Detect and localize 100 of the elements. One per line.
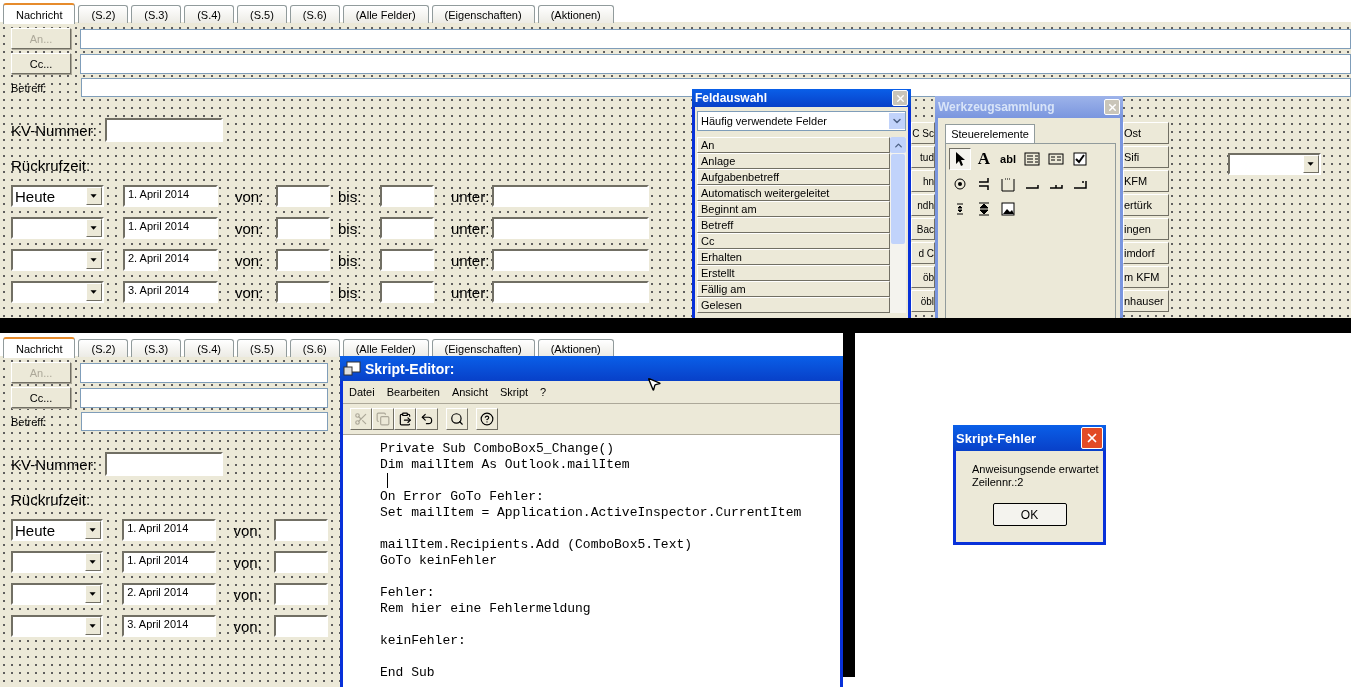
tab[interactable]: (Eigenschaften) xyxy=(431,339,535,357)
from-field[interactable] xyxy=(274,551,328,573)
partial-button[interactable]: Sifi xyxy=(1123,146,1169,168)
field-list-item[interactable]: Fällig am xyxy=(697,281,890,297)
field-list-item[interactable]: Erhalten xyxy=(697,249,890,265)
field-list-item[interactable]: Beginnt am xyxy=(697,201,890,217)
tab[interactable]: (S.3) xyxy=(131,5,182,23)
from-field[interactable] xyxy=(274,615,328,637)
date-field[interactable]: 2. April 2014 xyxy=(123,249,218,271)
tab[interactable]: (S.6) xyxy=(289,5,340,23)
from-field[interactable] xyxy=(276,185,330,207)
to-field[interactable] xyxy=(80,362,328,383)
tab[interactable]: (S.4) xyxy=(184,339,234,357)
from-field[interactable] xyxy=(276,217,330,239)
field-list-item[interactable]: Erstellt xyxy=(697,265,890,281)
partial-button[interactable]: d C xyxy=(911,242,935,264)
day-dropdown[interactable] xyxy=(11,249,104,271)
date-field[interactable]: 1. April 2014 xyxy=(122,519,217,541)
tab[interactable]: (S.2) xyxy=(78,339,129,357)
menu-item[interactable]: Ansicht xyxy=(451,386,488,398)
cc-button[interactable]: Cc... xyxy=(11,387,71,408)
field-list-item[interactable]: Anlage xyxy=(697,153,890,169)
partial-button[interactable]: öbl xyxy=(911,290,935,312)
from-field[interactable] xyxy=(274,519,328,541)
from-field[interactable] xyxy=(276,281,330,303)
tab[interactable]: (Eigenschaften) xyxy=(431,5,535,23)
tab[interactable]: Steuerelemente xyxy=(945,124,1035,143)
scrollbar[interactable] xyxy=(890,137,906,313)
field-list-item[interactable]: Gelesen xyxy=(697,297,890,313)
day-dropdown[interactable] xyxy=(11,281,104,303)
day-dropdown[interactable] xyxy=(11,615,104,637)
tab[interactable]: (Alle Felder) xyxy=(342,5,429,23)
from-field[interactable] xyxy=(276,249,330,271)
partial-button[interactable]: C Sc xyxy=(911,122,935,144)
cc-field[interactable] xyxy=(80,53,1351,74)
under-field[interactable] xyxy=(492,281,649,303)
menu-item[interactable]: ? xyxy=(540,386,547,398)
to-time-field[interactable] xyxy=(380,217,434,239)
partial-button[interactable]: ingen xyxy=(1123,218,1169,240)
tab[interactable]: (S.4) xyxy=(184,5,234,23)
to-time-field[interactable] xyxy=(380,281,434,303)
field-list-item[interactable]: An xyxy=(697,137,890,153)
field-set-dropdown[interactable]: Häufig verwendete Felder xyxy=(697,111,906,131)
date-field[interactable]: 3. April 2014 xyxy=(122,615,217,637)
close-button[interactable] xyxy=(1081,427,1103,449)
day-dropdown[interactable] xyxy=(11,583,104,605)
partial-button[interactable]: Bac xyxy=(911,218,935,240)
to-time-field[interactable] xyxy=(380,185,434,207)
cc-button[interactable]: Cc... xyxy=(11,53,71,74)
menu-item[interactable]: Datei xyxy=(349,386,375,398)
partial-button[interactable]: imdorf xyxy=(1123,242,1169,264)
tab[interactable]: (Alle Felder) xyxy=(342,339,429,357)
partial-button[interactable]: m KFM xyxy=(1123,266,1169,288)
paste-button[interactable] xyxy=(394,408,416,430)
tab[interactable]: (S.2) xyxy=(78,5,129,23)
kv-number-field[interactable] xyxy=(104,452,223,476)
field-list-item[interactable]: Cc xyxy=(697,233,890,249)
label-tool-icon[interactable]: A xyxy=(973,148,995,170)
tab[interactable]: (S.5) xyxy=(237,5,287,23)
undo-button[interactable] xyxy=(416,408,438,430)
day-dropdown[interactable]: Heute xyxy=(11,185,104,207)
partial-button[interactable]: öb xyxy=(911,266,935,288)
menu-item[interactable]: Skript xyxy=(500,386,529,398)
textbox-tool-icon[interactable]: abl xyxy=(997,148,1019,170)
to-field[interactable] xyxy=(80,28,1351,49)
date-field[interactable]: 1. April 2014 xyxy=(122,551,217,573)
from-field[interactable] xyxy=(274,583,328,605)
partial-button[interactable]: Ost xyxy=(1123,122,1169,144)
date-field[interactable]: 3. April 2014 xyxy=(123,281,218,303)
under-field[interactable] xyxy=(492,249,649,271)
day-dropdown[interactable] xyxy=(11,217,104,239)
tab[interactable]: Nachricht xyxy=(3,3,76,24)
find-button[interactable] xyxy=(446,408,468,430)
date-field[interactable]: 1. April 2014 xyxy=(123,217,218,239)
help-button[interactable] xyxy=(476,408,498,430)
subject-field[interactable] xyxy=(81,412,328,431)
partial-button[interactable]: hn xyxy=(911,170,935,192)
day-dropdown[interactable]: Heute xyxy=(11,519,104,541)
ok-button[interactable]: OK xyxy=(992,503,1067,526)
date-field[interactable]: 1. April 2014 xyxy=(123,185,218,207)
tab[interactable]: Nachricht xyxy=(3,337,76,358)
field-list-item[interactable]: Automatisch weitergeleitet xyxy=(697,185,890,201)
tab[interactable]: (Aktionen) xyxy=(537,339,614,357)
partial-button[interactable]: ndh xyxy=(911,194,935,216)
tab[interactable]: (S.5) xyxy=(237,339,287,357)
under-field[interactable] xyxy=(492,185,649,207)
dropdown[interactable] xyxy=(1228,153,1321,175)
tab[interactable]: (S.6) xyxy=(289,339,340,357)
menu-item[interactable]: Bearbeiten xyxy=(386,386,440,398)
tab[interactable]: (Aktionen) xyxy=(537,5,614,23)
partial-button[interactable]: nhauser xyxy=(1123,290,1169,312)
to-time-field[interactable] xyxy=(380,249,434,271)
partial-button[interactable]: KFM xyxy=(1123,170,1169,192)
field-list-item[interactable]: Aufgabenbetreff xyxy=(697,169,890,185)
cc-field[interactable] xyxy=(80,387,328,408)
under-field[interactable] xyxy=(492,217,649,239)
tab[interactable]: (S.3) xyxy=(131,339,182,357)
date-field[interactable]: 2. April 2014 xyxy=(122,583,217,605)
partial-button[interactable]: tud xyxy=(911,146,935,168)
kv-number-field[interactable] xyxy=(104,118,223,142)
